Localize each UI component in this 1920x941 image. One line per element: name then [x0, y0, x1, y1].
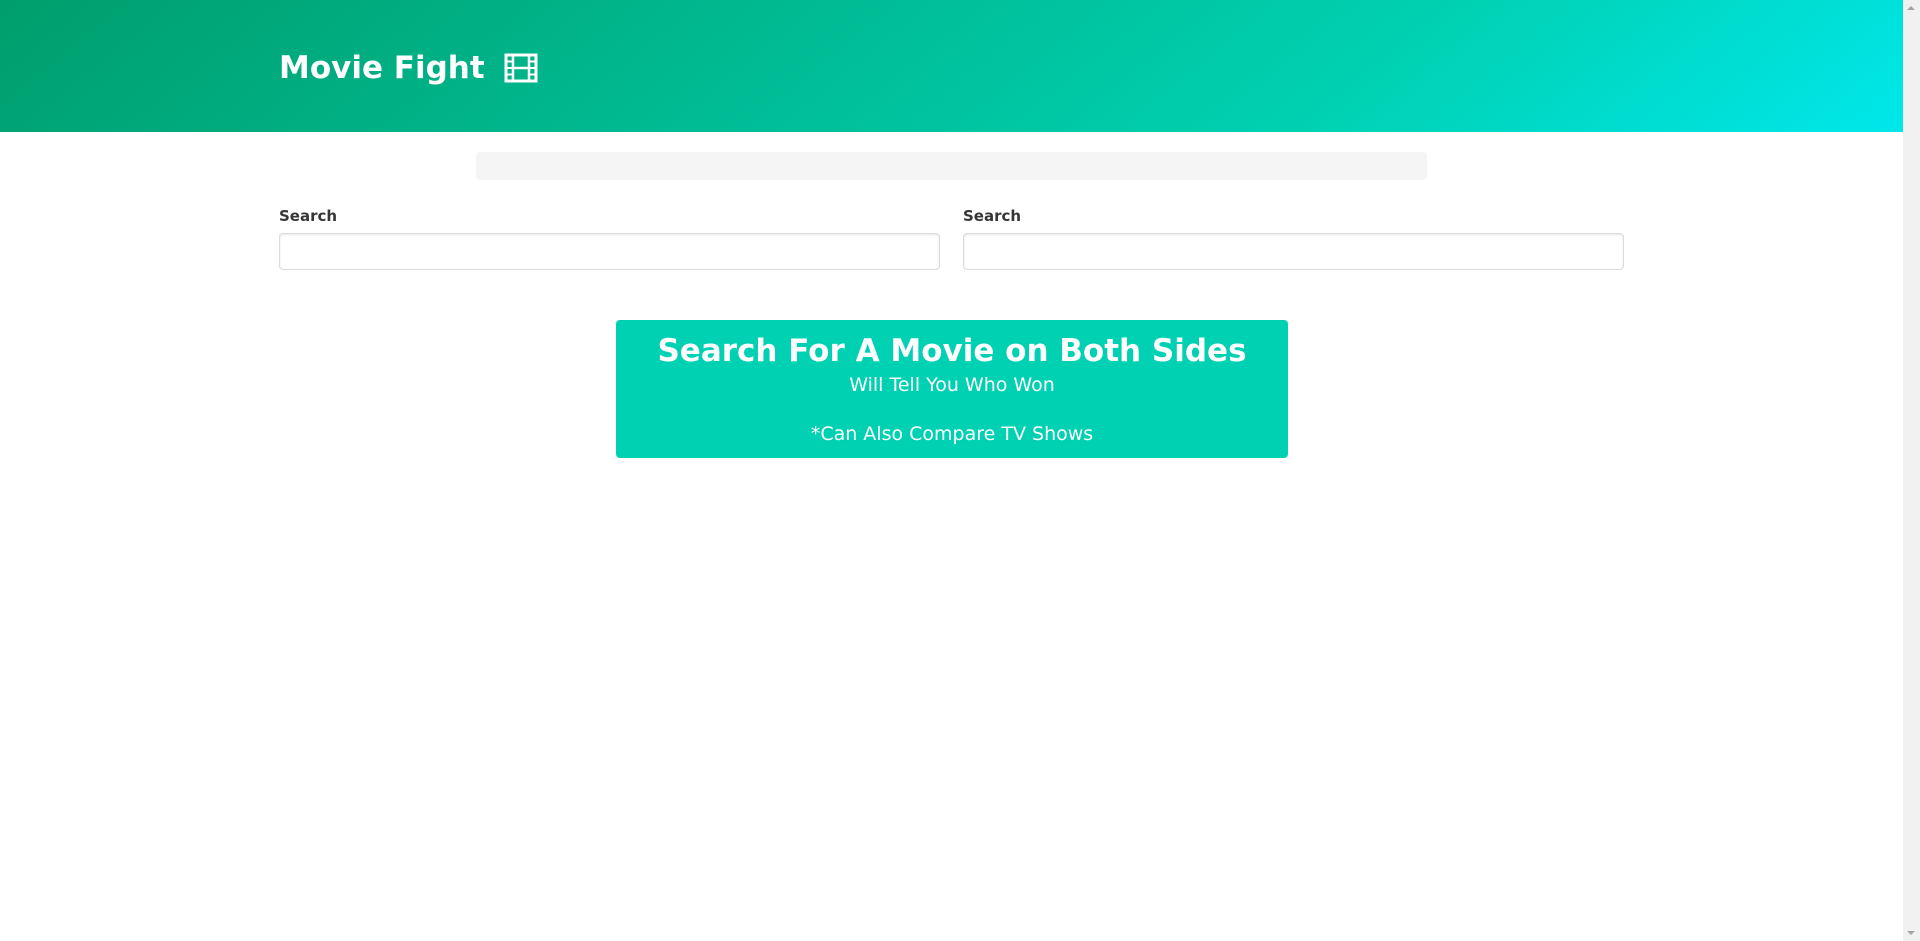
right-search-input[interactable]	[963, 233, 1624, 270]
left-search-input[interactable]	[279, 233, 940, 270]
page: Movie Fight Search Search Search For A M…	[0, 0, 1903, 941]
tutorial-note: *Can Also Compare TV Shows	[810, 423, 1094, 445]
vertical-scrollbar[interactable]	[1903, 0, 1920, 941]
left-search-label: Search	[279, 207, 338, 225]
right-search-label: Search	[963, 207, 1022, 225]
film-icon	[504, 53, 538, 83]
tutorial-notification: Search For A Movie on Both Sides Will Te…	[616, 320, 1288, 458]
page-title: Movie Fight	[279, 50, 485, 86]
right-search-panel: Search	[963, 205, 1624, 270]
tutorial-subtitle: Will Tell You Who Won	[849, 374, 1055, 396]
hero-header: Movie Fight	[0, 0, 1903, 132]
brand: Movie Fight	[279, 44, 538, 92]
browser-viewport: Movie Fight Search Search Search For A M…	[0, 0, 1920, 941]
scroll-up-arrow-icon[interactable]	[1907, 6, 1915, 10]
scroll-down-arrow-icon[interactable]	[1907, 931, 1915, 935]
notice-bar	[476, 152, 1427, 180]
tutorial-title: Search For A Movie on Both Sides	[657, 333, 1247, 369]
left-search-panel: Search	[279, 205, 940, 270]
